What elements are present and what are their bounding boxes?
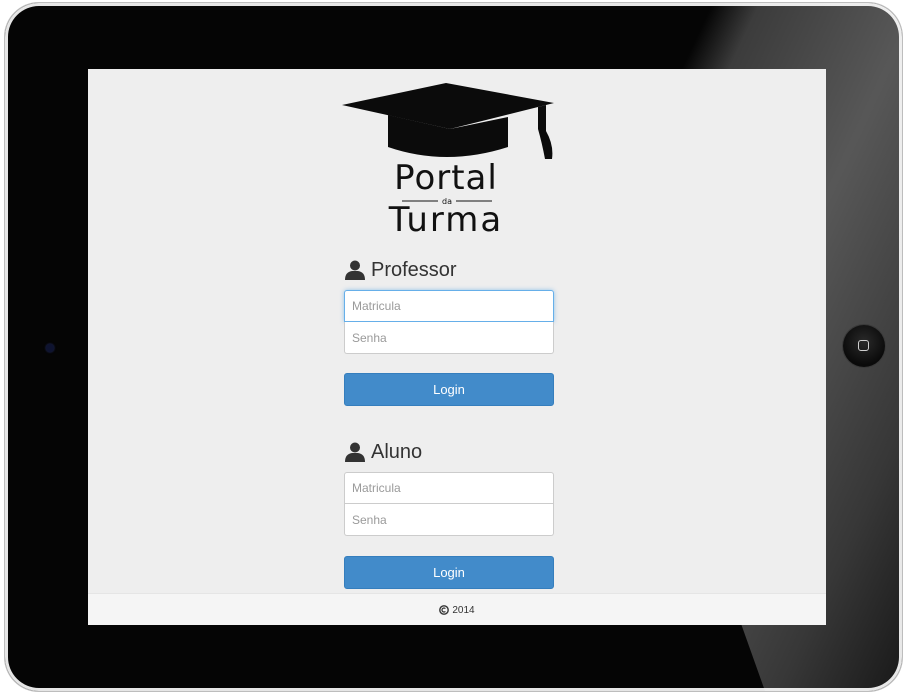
graduation-cap-icon bbox=[342, 83, 554, 159]
user-icon bbox=[345, 442, 365, 462]
professor-matricula-input[interactable] bbox=[344, 290, 554, 322]
aluno-login-button[interactable]: Login bbox=[344, 556, 554, 589]
app-screen: Portal da Turma Professor Login Aluno Lo… bbox=[88, 69, 826, 625]
logo-turma-text: Turma bbox=[388, 200, 504, 240]
user-icon bbox=[345, 260, 365, 280]
copyright-icon bbox=[439, 605, 450, 615]
professor-login-button[interactable]: Login bbox=[344, 373, 554, 406]
home-square-icon bbox=[858, 340, 869, 351]
aluno-title: Aluno bbox=[371, 440, 423, 463]
aluno-heading: Aluno bbox=[344, 439, 422, 465]
footer-year: 2014 bbox=[452, 604, 475, 616]
professor-heading: Professor bbox=[344, 257, 457, 283]
professor-senha-input[interactable] bbox=[344, 322, 554, 354]
home-button[interactable] bbox=[843, 325, 885, 367]
aluno-matricula-input[interactable] bbox=[344, 472, 554, 504]
aluno-senha-input[interactable] bbox=[344, 504, 554, 536]
logo-portal-text: Portal bbox=[394, 158, 498, 198]
portal-da-turma-logo: Portal da Turma bbox=[342, 83, 554, 240]
professor-title: Professor bbox=[371, 258, 457, 281]
footer: 2014 bbox=[88, 593, 826, 625]
camera-icon bbox=[46, 344, 54, 352]
